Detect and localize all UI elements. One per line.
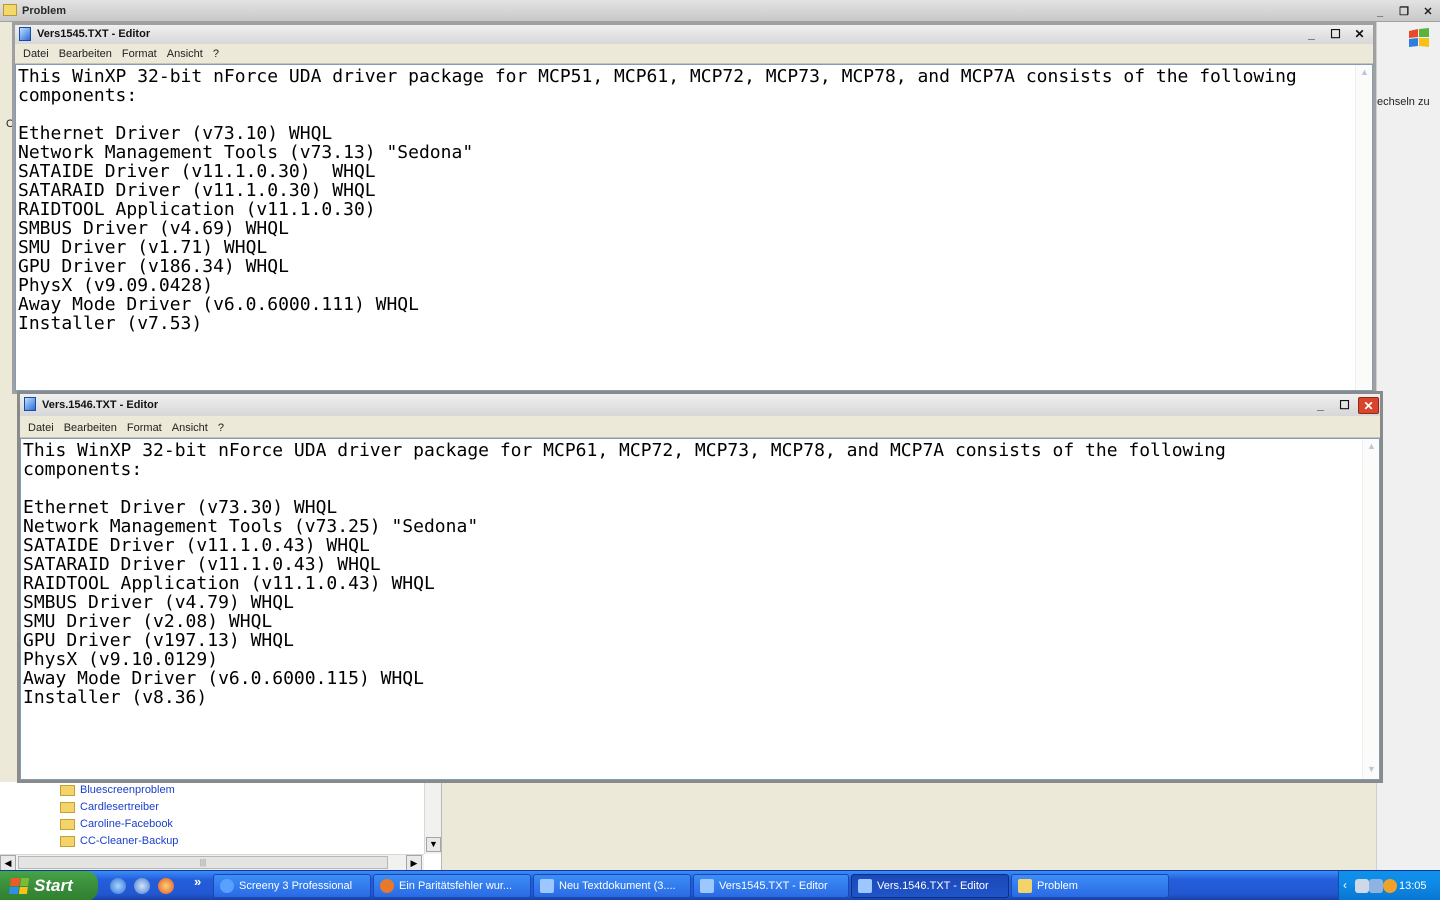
notepad-icon <box>24 397 36 411</box>
menu-datei[interactable]: Datei <box>24 422 60 434</box>
menu-bearbeiten[interactable]: Bearbeiten <box>60 422 123 434</box>
maximize-button[interactable]: ☐ <box>1334 397 1355 414</box>
menu-ansicht[interactable]: Ansicht <box>163 48 209 60</box>
clock: 13:05 <box>1399 880 1427 892</box>
scroll-right-arrow-icon[interactable]: ▶ <box>406 855 422 871</box>
wechseln-zu-link[interactable]: echseln zu <box>1377 96 1430 108</box>
tree-item-label: CC-Cleaner-Backup <box>80 835 179 847</box>
scroll-left-arrow-icon[interactable]: ◀ <box>0 855 16 871</box>
screeny-icon <box>220 879 234 893</box>
tree-item-cardlesertreiber[interactable]: Cardlesertreiber <box>60 799 159 815</box>
taskbar-button-screeny[interactable]: Screeny 3 Professional <box>213 874 371 898</box>
window-titlebar[interactable]: Vers1545.TXT - Editor _ ☐ ✕ <box>15 25 1373 44</box>
folder-icon <box>60 784 75 796</box>
restore-button[interactable]: ❐ <box>1394 3 1414 21</box>
start-button[interactable]: Start <box>0 871 98 900</box>
folder-icon <box>60 801 75 813</box>
text-editor-area[interactable]: This WinXP 32-bit nForce UDA driver pack… <box>15 64 1373 391</box>
tree-item-caroline-facebook[interactable]: Caroline-Facebook <box>60 816 173 832</box>
scroll-up-arrow-icon[interactable]: ▲ <box>1358 67 1371 80</box>
editor-text: This WinXP 32-bit nForce UDA driver pack… <box>18 66 1297 334</box>
quicklaunch-overflow[interactable]: » <box>194 874 201 889</box>
menu-help[interactable]: ? <box>214 422 230 434</box>
menu-bar: Datei Bearbeiten Format Ansicht ? <box>15 44 1373 64</box>
antivirus-icon[interactable] <box>1383 879 1397 893</box>
menu-datei[interactable]: Datei <box>19 48 55 60</box>
taskbar-button-vers1545[interactable]: Vers1545.TXT - Editor <box>693 874 849 898</box>
start-label: Start <box>34 876 73 895</box>
network-status-icon[interactable] <box>1355 879 1369 893</box>
explorer-right-pane: echseln zu <box>1376 22 1440 870</box>
folder-tree: Bluescreenproblem Cardlesertreiber Carol… <box>0 782 442 871</box>
notepad-icon <box>858 879 872 893</box>
scroll-down-arrow-icon[interactable]: ▼ <box>1365 764 1378 777</box>
volume-icon[interactable] <box>1369 879 1383 893</box>
windows-logo-icon <box>1409 28 1429 47</box>
folder-icon <box>1018 879 1032 893</box>
folder-icon <box>60 818 75 830</box>
notepad-icon <box>19 27 31 41</box>
minimize-button[interactable]: _ <box>1370 3 1390 21</box>
taskbar-button-label: Vers1545.TXT - Editor <box>719 880 828 892</box>
close-button[interactable]: ✕ <box>1418 3 1438 21</box>
windows-flag-icon <box>8 878 30 894</box>
menu-format[interactable]: Format <box>118 48 163 60</box>
tree-item-label: Cardlesertreiber <box>80 801 159 813</box>
system-tray: ‹ 13:05 <box>1338 871 1440 900</box>
maximize-button[interactable]: ☐ <box>1325 26 1346 43</box>
firefox-icon[interactable] <box>158 878 174 894</box>
vertical-scrollbar[interactable]: ▲ <box>1355 65 1372 390</box>
taskbar-button-label: Vers.1546.TXT - Editor <box>877 880 989 892</box>
tree-item-label: Caroline-Facebook <box>80 818 173 830</box>
scroll-thumb[interactable]: ||| <box>18 856 388 869</box>
close-button[interactable]: ✕ <box>1349 26 1370 43</box>
tree-item-label: Bluescreenproblem <box>80 784 175 796</box>
close-button[interactable]: ✕ <box>1358 397 1379 414</box>
folder-icon <box>60 835 75 847</box>
taskbar-button-neu-textdokument[interactable]: Neu Textdokument (3.... <box>533 874 691 898</box>
tree-vertical-scrollbar[interactable]: ▼ <box>424 782 441 854</box>
taskbar-button-label: Ein Paritätsfehler wur... <box>399 880 513 892</box>
notepad-window-vers1546: Vers.1546.TXT - Editor _ ☐ ✕ Datei Bearb… <box>17 391 1383 783</box>
menu-format[interactable]: Format <box>123 422 168 434</box>
taskbar: Start » Screeny 3 Professional Ein Parit… <box>0 870 1440 900</box>
menu-bar: Datei Bearbeiten Format Ansicht ? <box>20 418 1380 438</box>
taskbar-button-label: Screeny 3 Professional <box>239 880 353 892</box>
folder-icon <box>3 4 17 16</box>
menu-help[interactable]: ? <box>209 48 225 60</box>
taskbar-button-problem[interactable]: Problem <box>1011 874 1169 898</box>
text-editor-area[interactable]: This WinXP 32-bit nForce UDA driver pack… <box>20 438 1380 780</box>
window-titlebar[interactable]: Vers.1546.TXT - Editor _ ☐ ✕ <box>20 394 1380 416</box>
window-title: Vers1545.TXT - Editor <box>37 28 151 40</box>
notepad-icon <box>540 879 554 893</box>
tree-horizontal-scrollbar[interactable]: ◀ ||| ▶ <box>0 854 424 871</box>
window-title: Vers.1546.TXT - Editor <box>42 399 159 411</box>
explorer-title: Problem <box>22 5 67 17</box>
scroll-up-arrow-icon[interactable]: ▲ <box>1365 441 1378 454</box>
notepad-window-vers1545: Vers1545.TXT - Editor _ ☐ ✕ Datei Bearbe… <box>12 22 1376 394</box>
network-icon[interactable] <box>134 878 150 894</box>
scroll-down-arrow-icon[interactable]: ▼ <box>426 837 441 852</box>
tray-collapse-icon[interactable]: ‹ <box>1343 878 1347 892</box>
vertical-scrollbar[interactable]: ▲ ▼ <box>1362 439 1379 779</box>
firefox-icon <box>380 879 394 893</box>
taskbar-button-label: Neu Textdokument (3.... <box>559 880 676 892</box>
tree-item-cc-cleaner-backup[interactable]: CC-Cleaner-Backup <box>60 833 178 849</box>
taskbar-button-vers1546[interactable]: Vers.1546.TXT - Editor <box>851 874 1009 898</box>
menu-ansicht[interactable]: Ansicht <box>168 422 214 434</box>
editor-text: This WinXP 32-bit nForce UDA driver pack… <box>23 440 1226 708</box>
taskbar-button-firefox[interactable]: Ein Paritätsfehler wur... <box>373 874 531 898</box>
menu-bearbeiten[interactable]: Bearbeiten <box>55 48 118 60</box>
taskbar-button-label: Problem <box>1037 880 1078 892</box>
minimize-button[interactable]: _ <box>1310 397 1331 414</box>
notepad-icon <box>700 879 714 893</box>
explorer-titlebar[interactable]: Problem _ ❐ ✕ <box>0 0 1440 22</box>
tree-item-bluescreenproblem[interactable]: Bluescreenproblem <box>60 782 175 798</box>
internet-explorer-icon[interactable] <box>110 878 126 894</box>
minimize-button[interactable]: _ <box>1301 26 1322 43</box>
